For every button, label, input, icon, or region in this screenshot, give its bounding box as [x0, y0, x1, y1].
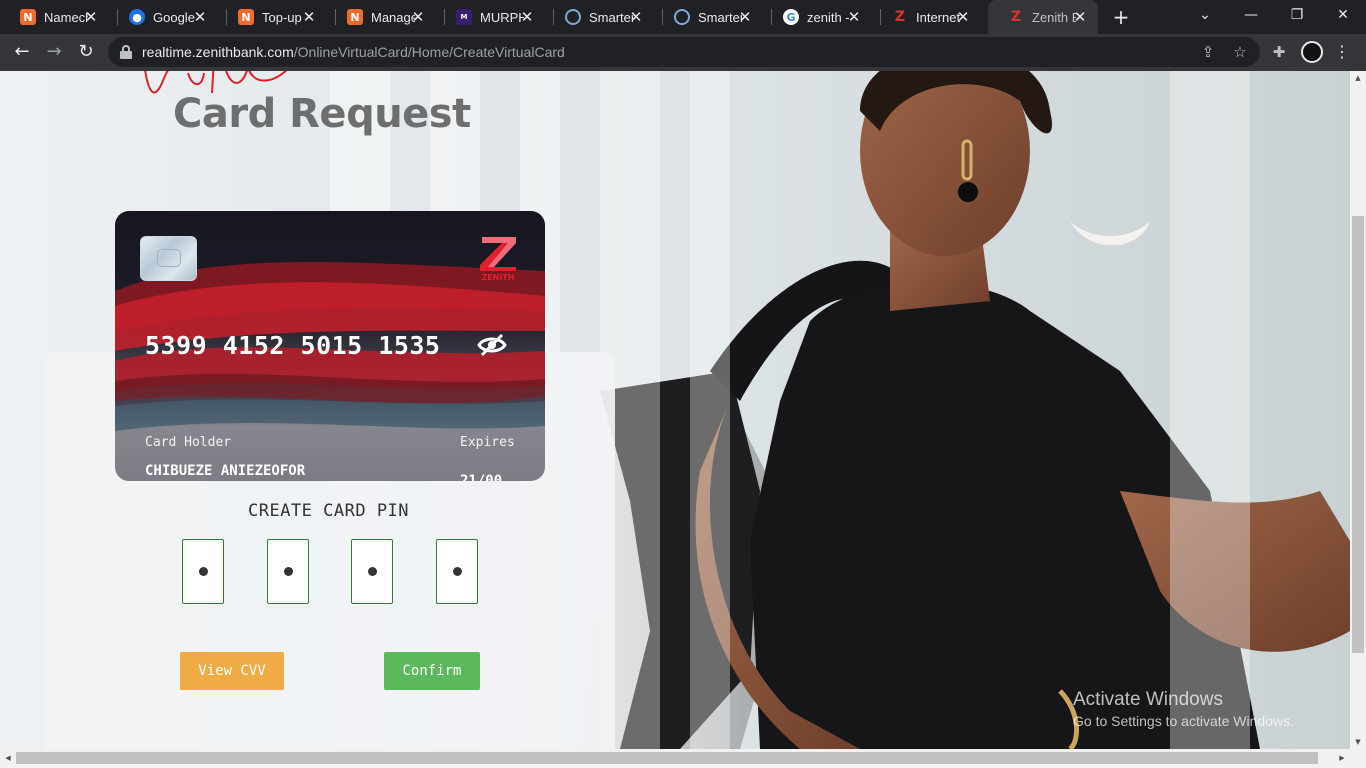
namecheap-icon: N: [20, 9, 36, 25]
bookmark-star-icon[interactable]: ☆: [1230, 42, 1250, 62]
close-icon[interactable]: ✕: [410, 9, 426, 25]
watermark-title: Activate Windows: [1073, 689, 1223, 710]
tab-smarter-2[interactable]: Smarter ✕: [654, 0, 763, 34]
share-icon[interactable]: ⇪: [1198, 42, 1218, 62]
scroll-left-arrow-icon[interactable]: ◀: [0, 751, 16, 765]
tab-title: zenith -: [807, 9, 850, 25]
tab-title: Zenith B: [1032, 9, 1076, 25]
address-bar[interactable]: realtime.zenithbank.com/OnlineVirtualCar…: [108, 37, 1260, 67]
pin-digit-2[interactable]: [267, 539, 309, 604]
watermark-subtitle: Go to Settings to activate Windows.: [1073, 713, 1294, 729]
window-close-button[interactable]: ✕: [1320, 0, 1366, 32]
scroll-down-arrow-icon[interactable]: ▼: [1350, 735, 1366, 749]
card-expires-label: Expires: [460, 435, 515, 450]
tab-internet[interactable]: Z Internet ✕: [872, 0, 981, 34]
profile-avatar[interactable]: [1301, 41, 1323, 63]
close-icon[interactable]: ✕: [83, 9, 99, 25]
namecheap-icon: N: [238, 9, 254, 25]
pin-digit-3[interactable]: [351, 539, 393, 604]
tab-title: Manage: [371, 9, 415, 25]
url-path: /OnlineVirtualCard/Home/CreateVirtualCar…: [293, 44, 565, 60]
scroll-right-arrow-icon[interactable]: ▶: [1334, 751, 1350, 765]
activate-windows-watermark: Activate Windows Go to Settings to activ…: [1073, 689, 1294, 729]
tab-murphy[interactable]: M MURPHY ✕: [436, 0, 545, 34]
google-icon: G: [783, 9, 799, 25]
card-expiry-value: 21/00: [460, 473, 503, 481]
forward-button[interactable]: →: [40, 38, 68, 66]
tab-title: MURPHY: [480, 9, 524, 25]
tab-google[interactable]: ● Google ✕: [109, 0, 218, 34]
scroll-up-arrow-icon[interactable]: ▲: [1350, 71, 1366, 85]
tab-zenith-bank[interactable]: Z Zenith B ✕: [988, 0, 1098, 34]
horizontal-scrollbar[interactable]: ◀ ▶: [0, 749, 1366, 768]
namecheap-icon: N: [347, 9, 363, 25]
view-cvv-button[interactable]: View CVV: [180, 652, 284, 690]
pin-heading: CREATE CARD PIN: [248, 501, 410, 521]
tab-top-up[interactable]: N Top-up ✕: [218, 0, 327, 34]
card-chip: [140, 236, 197, 281]
pin-digit-4[interactable]: [436, 539, 478, 604]
zenith-logo-icon: ZENITH: [480, 237, 516, 281]
tab-google-search[interactable]: G zenith - ✕: [763, 0, 872, 34]
close-icon[interactable]: ✕: [628, 9, 644, 25]
background-photo: [560, 71, 1350, 749]
new-tab-button[interactable]: +: [1109, 5, 1133, 29]
vertical-scroll-thumb[interactable]: [1352, 216, 1364, 653]
lock-icon[interactable]: [120, 45, 132, 59]
google-account-icon: ●: [129, 9, 145, 25]
tab-title: Top-up: [262, 9, 302, 25]
tab-manage[interactable]: N Manage ✕: [327, 0, 436, 34]
close-icon[interactable]: ✕: [519, 9, 535, 25]
tab-search-icon[interactable]: ⌄: [1182, 0, 1228, 32]
menu-icon[interactable]: ⋮: [1334, 41, 1350, 63]
tab-title: Internet: [916, 9, 960, 25]
close-icon[interactable]: ✕: [737, 9, 753, 25]
zenith-icon: Z: [894, 9, 906, 25]
tab-title: Google: [153, 9, 195, 25]
close-icon[interactable]: ✕: [301, 9, 317, 25]
page-title: Card Request: [173, 91, 471, 137]
tab-title: Smarter: [589, 9, 633, 25]
eye-slash-icon[interactable]: [477, 333, 507, 357]
tab-title: Namech: [44, 9, 88, 25]
minimize-button[interactable]: —: [1228, 0, 1274, 32]
close-icon[interactable]: ✕: [1072, 9, 1088, 25]
confirm-button[interactable]: Confirm: [384, 652, 480, 690]
card-holder-label: Card Holder: [145, 435, 232, 450]
page-content: Card Request ZENITH 5399 4152 5015 1535 …: [0, 71, 1350, 749]
virtual-card: ZENITH 5399 4152 5015 1535 Card Holder E…: [115, 211, 545, 481]
vertical-scrollbar[interactable]: ▲ ▼: [1350, 71, 1366, 749]
maximize-button[interactable]: ❐: [1274, 0, 1320, 32]
globe-icon: [565, 9, 581, 25]
close-icon[interactable]: ✕: [955, 9, 971, 25]
url-host: realtime.zenithbank.com: [142, 44, 294, 60]
extensions-icon[interactable]: ✚: [1268, 41, 1290, 63]
murphy-icon: M: [456, 9, 472, 25]
tab-title: Smarter: [698, 9, 742, 25]
globe-icon: [674, 9, 690, 25]
url-text[interactable]: realtime.zenithbank.com/OnlineVirtualCar…: [142, 44, 565, 60]
card-brand: ZENITH: [481, 273, 514, 281]
tab-namecheap[interactable]: N Namech ✕: [0, 0, 109, 34]
browser-toolbar: ← → ↻ realtime.zenithbank.com/OnlineVirt…: [0, 34, 1366, 71]
card-holder-name: CHIBUEZE ANIEZEOFOR: [145, 463, 306, 479]
tab-strip: N Namech ✕ ● Google ✕ N Top-up ✕ N Manag…: [0, 0, 1366, 34]
close-icon[interactable]: ✕: [192, 9, 208, 25]
tab-smarter-1[interactable]: Smarter ✕: [545, 0, 654, 34]
card-number: 5399 4152 5015 1535: [145, 331, 441, 360]
pin-digit-1[interactable]: [182, 539, 224, 604]
reload-button[interactable]: ↻: [72, 38, 100, 66]
back-button[interactable]: ←: [8, 38, 36, 66]
horizontal-scroll-thumb[interactable]: [16, 752, 1318, 764]
zenith-icon: Z: [1010, 9, 1022, 25]
close-icon[interactable]: ✕: [846, 9, 862, 25]
